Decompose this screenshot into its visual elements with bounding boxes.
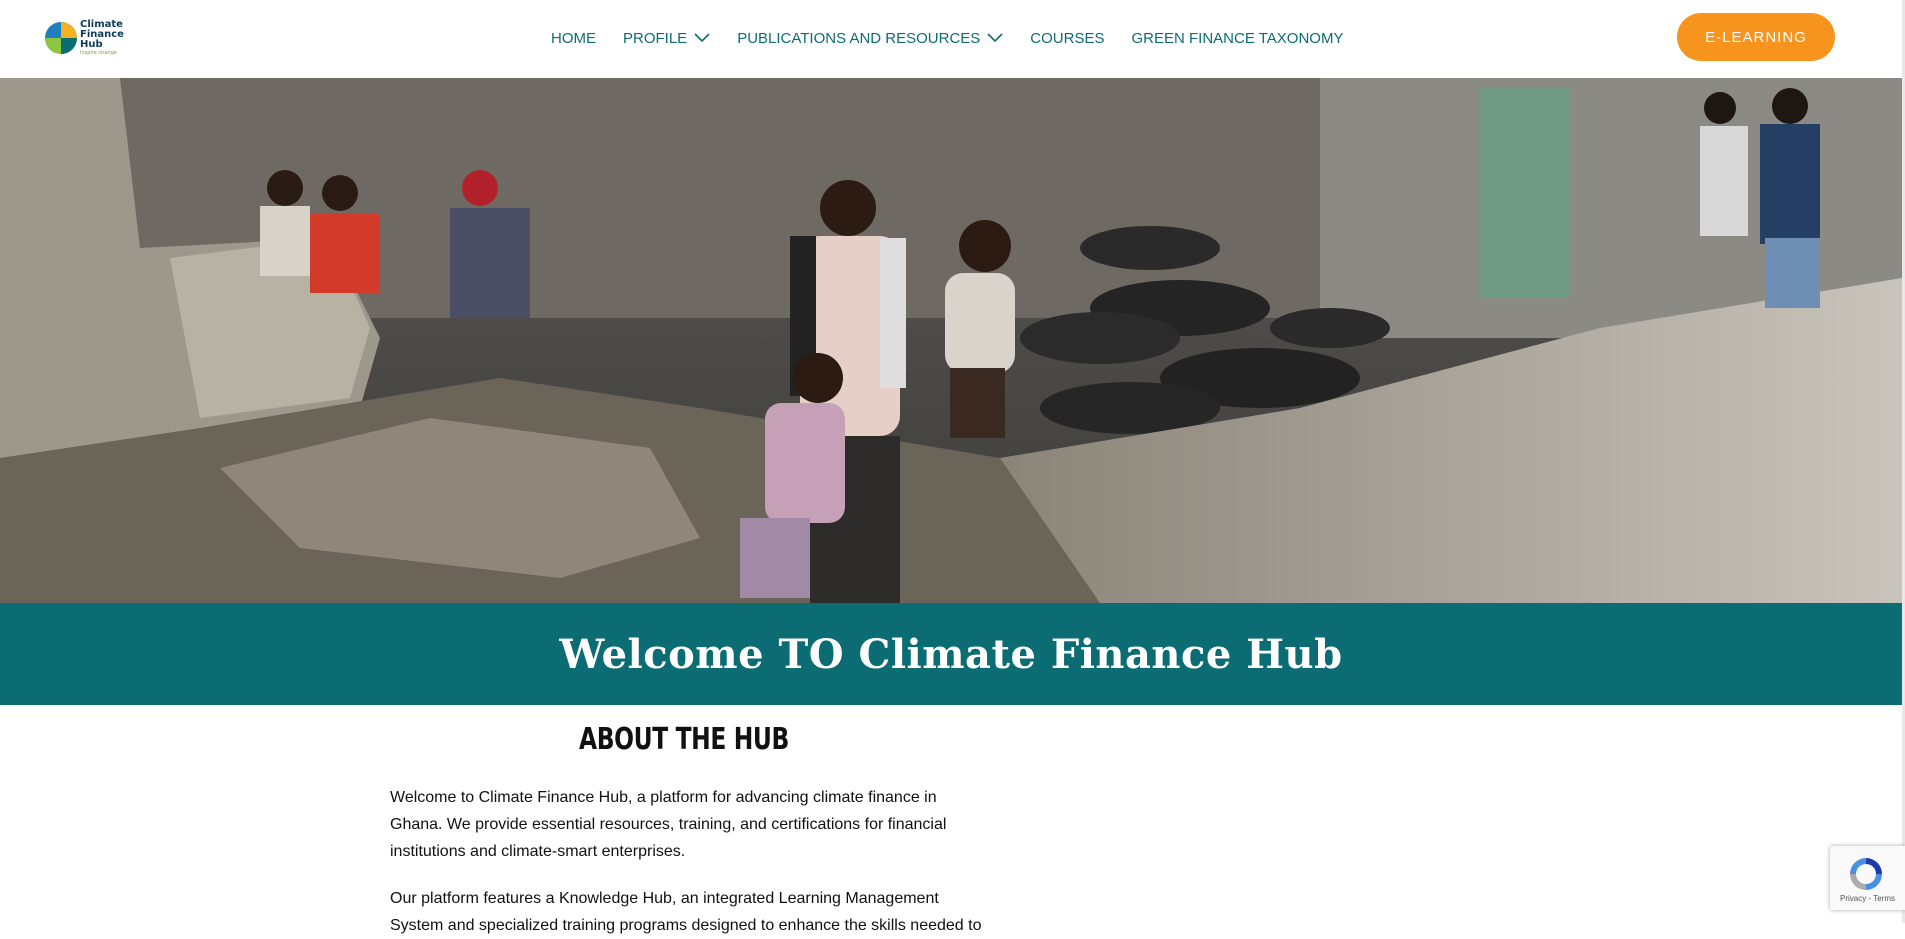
nav-item-label: PROFILE [623,29,688,47]
logo-text: Climate Finance Hub Inspire change [80,20,124,57]
recaptcha-icon [1846,854,1886,899]
welcome-banner: Welcome TO Climate Finance Hub [0,603,1902,705]
nav-item-publications[interactable]: PUBLICATIONS AND RESOURCES [737,30,1003,47]
about-paragraph-2: Our platform features a Knowledge Hub, a… [390,890,982,934]
logo-tagline: Inspire change [80,50,117,56]
recaptcha-badge[interactable]: Privacy - Terms [1830,846,1905,910]
main-nav: HOME PROFILE PUBLICATIONS AND RESOURCES … [551,28,1370,48]
logo-line-3: Hub [80,39,103,50]
nav-item-label: GREEN FINANCE TAXONOMY [1131,29,1344,47]
nav-item-green-finance-taxonomy[interactable]: GREEN FINANCE TAXONOMY [1131,30,1343,47]
about-paragraph-1: Welcome to Climate Finance Hub, a platfo… [390,789,947,860]
nav-item-courses[interactable]: COURSES [1030,30,1104,47]
hero-image [0,78,1902,603]
nav-item-label: PUBLICATIONS AND RESOURCES [737,29,981,47]
nav-item-label: COURSES [1030,29,1105,47]
logo-globe-icon [45,22,77,54]
chevron-down-icon [694,33,710,43]
welcome-title: Welcome TO Climate Finance Hub [559,630,1343,678]
site-logo[interactable]: Climate Finance Hub Inspire change [44,17,124,59]
nav-item-home[interactable]: HOME [551,30,596,47]
nav-item-profile[interactable]: PROFILE [623,30,710,47]
recaptcha-links[interactable]: Privacy - Terms [1830,894,1905,903]
e-learning-button[interactable]: E-LEARNING [1677,13,1835,61]
about-title: ABOUT THE HUB [579,722,789,757]
site-header: Climate Finance Hub Inspire change HOME … [0,0,1905,78]
chevron-down-icon [987,33,1003,43]
nav-item-label: HOME [551,29,596,47]
